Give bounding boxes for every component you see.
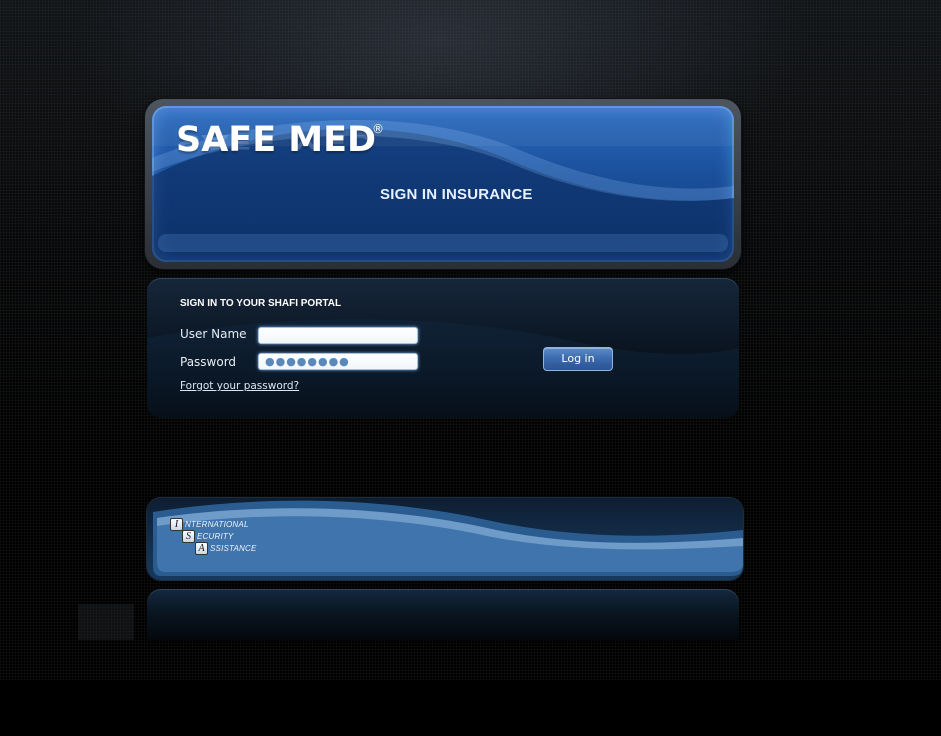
password-label: Password — [180, 355, 237, 369]
isa-logo-word-international: NTERNATIONAL — [185, 520, 249, 529]
password-input[interactable] — [258, 353, 418, 370]
isa-logo-letter-a: A — [195, 542, 208, 555]
panel-reflection — [147, 589, 739, 641]
isa-logo-word-security: ECURITY — [197, 532, 234, 541]
login-button[interactable]: Log in — [543, 347, 613, 371]
forgot-password-link[interactable]: Forgot your password? — [180, 380, 299, 392]
username-input[interactable] — [258, 327, 418, 344]
page-subtitle: SIGN IN INSURANCE — [380, 186, 533, 203]
footer-wave-graphic — [153, 500, 743, 576]
username-label: User Name — [180, 327, 247, 341]
isa-logo-letter-s: S — [182, 530, 195, 543]
registered-mark: ® — [372, 122, 384, 136]
isa-logo-word-assistance: SSISTANCE — [210, 544, 257, 553]
footer-banner — [147, 498, 743, 580]
brand-logo-reflection: SAFE MED — [176, 130, 377, 152]
background-shadow — [78, 604, 134, 640]
login-heading: SIGN IN TO YOUR SHAFI PORTAL — [180, 298, 342, 309]
isa-logo-letter-i: I — [170, 518, 183, 531]
